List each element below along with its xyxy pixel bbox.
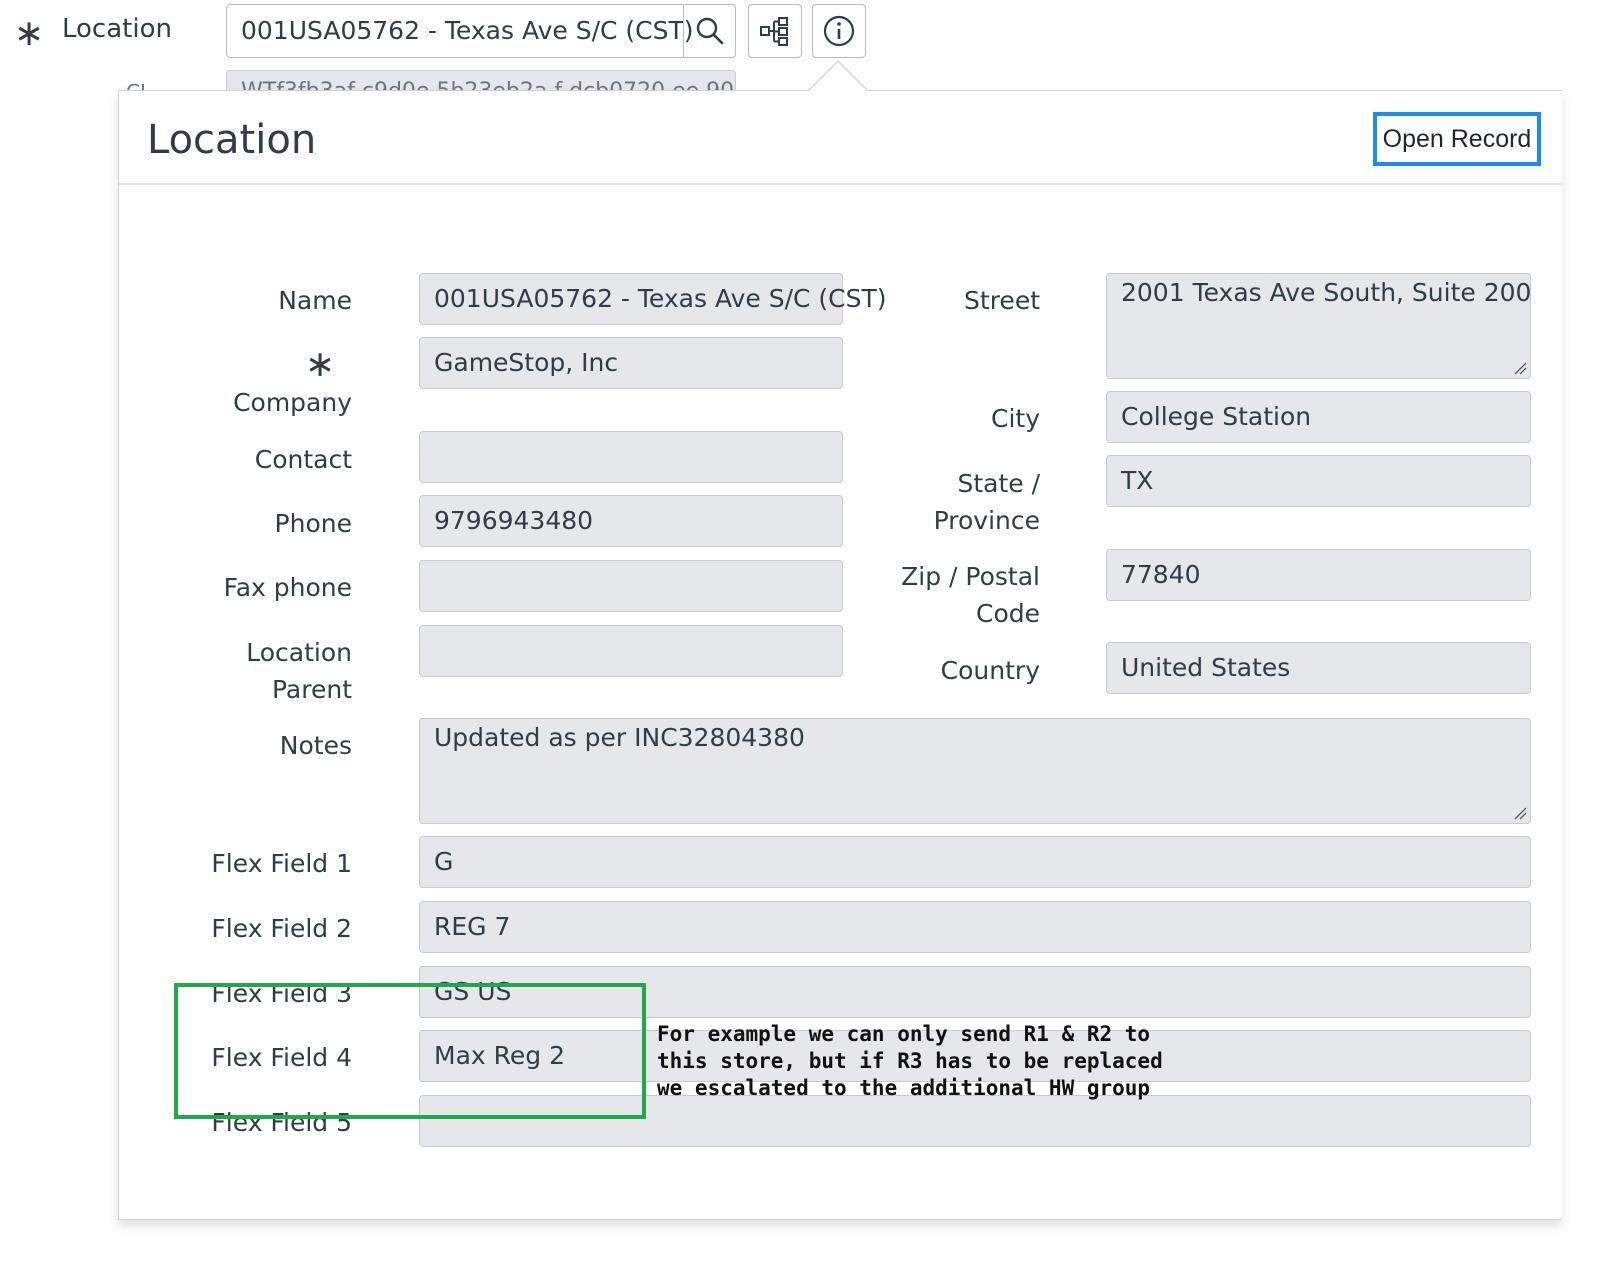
company-label: Company xyxy=(233,388,352,417)
mandatory-asterisk-icon: ∗ xyxy=(14,13,45,54)
street-field[interactable]: 2001 Texas Ave South, Suite 200 xyxy=(1106,273,1531,379)
open-record-button[interactable]: Open Record xyxy=(1373,112,1541,166)
notes-field[interactable]: Updated as per INC32804380 xyxy=(419,718,1531,824)
annotation-line-3: we escalated to the additional HW group xyxy=(657,1076,1151,1100)
flex-field-1-label: Flex Field 1 xyxy=(211,849,352,878)
flex-field-2-label: Flex Field 2 xyxy=(211,914,352,943)
street-label: Street xyxy=(964,286,1040,315)
city-label: City xyxy=(991,404,1040,433)
name-label: Name xyxy=(278,286,352,315)
hierarchy-icon xyxy=(760,17,788,46)
state-province-field[interactable]: TX xyxy=(1106,455,1531,507)
location-label: Location xyxy=(62,14,172,44)
fax-phone-label: Fax phone xyxy=(223,573,352,602)
location-parent-label-line2: Parent xyxy=(271,675,352,704)
location-parent-label-line1: Location xyxy=(246,638,352,667)
zip-value: 77840 xyxy=(1121,560,1201,589)
resize-grip-icon[interactable] xyxy=(1513,806,1527,820)
street-value: 2001 Texas Ave South, Suite 200 xyxy=(1121,278,1532,307)
flex-field-1-value: G xyxy=(434,847,454,876)
dependency-map-button[interactable] xyxy=(748,4,802,58)
info-icon xyxy=(823,15,855,47)
popover-title: Location xyxy=(147,117,317,163)
resize-grip-icon[interactable] xyxy=(1513,361,1527,375)
annotation-line-2: this store, but if R3 has to be replaced xyxy=(657,1049,1163,1073)
popover-caret-fill xyxy=(809,62,867,91)
flex-field-2-value: REG 7 xyxy=(434,912,511,941)
country-value: United States xyxy=(1121,653,1291,682)
notes-value: Updated as per INC32804380 xyxy=(434,723,805,752)
location-field-value[interactable]: 001USA05762 - Texas Ave S/C (CST) xyxy=(241,16,694,45)
state-value: TX xyxy=(1121,466,1154,495)
location-parent-label: Location Parent xyxy=(246,634,352,708)
location-parent-field[interactable] xyxy=(419,625,843,677)
annotation-line-1: For example we can only send R1 & R2 to xyxy=(657,1022,1151,1046)
annotation-highlight-box xyxy=(174,983,646,1119)
city-value: College Station xyxy=(1121,402,1312,431)
state-label-line2: Province xyxy=(933,506,1040,535)
state-label-line1: State / xyxy=(957,469,1040,498)
name-field[interactable]: 001USA05762 - Texas Ave S/C (CST) xyxy=(419,273,887,325)
city-field[interactable]: College Station xyxy=(1106,391,1531,443)
country-label: Country xyxy=(940,656,1040,685)
country-field[interactable]: United States xyxy=(1106,642,1531,694)
company-mandatory-icon: ∗ xyxy=(305,344,336,385)
zip-label-line2: Code xyxy=(975,599,1040,628)
search-icon xyxy=(696,17,723,45)
name-value: 001USA05762 - Texas Ave S/C (CST) xyxy=(434,284,887,313)
fax-phone-field[interactable] xyxy=(419,560,843,612)
contact-field[interactable] xyxy=(419,431,843,483)
zip-label-line1: Zip / Postal xyxy=(901,562,1040,591)
contact-label: Contact xyxy=(254,445,352,474)
annotation-note: For example we can only send R1 & R2 to t… xyxy=(657,1021,1163,1102)
popover-header: Location Open Record xyxy=(119,91,1562,185)
zip-postal-label: Zip / Postal Code xyxy=(901,558,1040,632)
search-button[interactable] xyxy=(683,5,735,57)
state-province-label: State / Province xyxy=(934,465,1040,539)
notes-label: Notes xyxy=(279,731,352,760)
zip-postal-field[interactable]: 77840 xyxy=(1106,549,1531,601)
location-field[interactable]: 001USA05762 - Texas Ave S/C (CST) xyxy=(226,4,736,58)
flex-field-2[interactable]: REG 7 xyxy=(419,901,1531,953)
info-button[interactable] xyxy=(812,4,866,58)
company-field[interactable]: GameStop, Inc xyxy=(419,337,843,389)
phone-label: Phone xyxy=(274,509,352,538)
flex-field-1[interactable]: G xyxy=(419,836,1531,888)
phone-value: 9796943480 xyxy=(434,506,594,535)
phone-field[interactable]: 9796943480 xyxy=(419,495,843,547)
company-value: GameStop, Inc xyxy=(434,348,619,377)
